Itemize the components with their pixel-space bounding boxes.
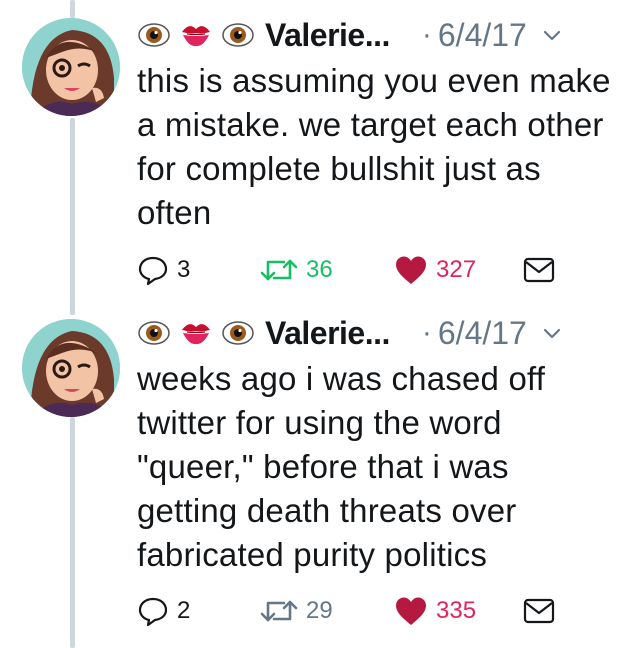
kiss-mark-icon <box>182 324 210 345</box>
chevron-down-icon[interactable] <box>541 322 563 344</box>
separator-dot: · <box>421 18 432 51</box>
reply-icon <box>138 256 168 286</box>
direct-message-button[interactable] <box>523 593 555 629</box>
avatar-illustration <box>22 18 120 116</box>
display-name[interactable]: Valerie... <box>265 17 390 54</box>
retweet-icon <box>260 600 298 622</box>
like-button[interactable]: 327 <box>394 252 476 288</box>
tweet-text: this is assuming you even make a mistake… <box>137 62 611 231</box>
envelope-icon <box>523 257 555 283</box>
tweet-header: Valerie... · 6/4/17 <box>137 313 563 353</box>
retweet-icon <box>260 259 298 281</box>
reply-count: 2 <box>177 597 191 624</box>
retweet-count: 29 <box>306 597 333 624</box>
like-count: 327 <box>436 256 477 283</box>
tweet-date[interactable]: 6/4/17 <box>438 315 527 352</box>
separator-dot: · <box>421 316 432 349</box>
avatar[interactable] <box>22 319 120 417</box>
eye-icon <box>138 23 170 47</box>
retweet-button[interactable]: 36 <box>260 252 333 288</box>
eye-icon <box>222 321 254 345</box>
tweet[interactable]: Valerie... · 6/4/17 this is assuming you… <box>0 0 640 310</box>
like-count: 335 <box>436 597 477 624</box>
reply-icon <box>138 597 168 627</box>
envelope-icon <box>523 598 555 624</box>
eye-icon <box>222 23 254 47</box>
tweet-text: weeks ago i was chased off twitter for u… <box>137 360 546 573</box>
retweet-button[interactable]: 29 <box>260 593 333 629</box>
retweet-count: 36 <box>306 256 333 283</box>
kiss-mark-icon <box>182 26 210 47</box>
heart-icon <box>396 597 426 625</box>
chevron-down-icon[interactable] <box>541 24 563 46</box>
tweet-date[interactable]: 6/4/17 <box>438 17 527 54</box>
tweet-header: Valerie... · 6/4/17 <box>137 15 563 55</box>
direct-message-button[interactable] <box>523 252 555 288</box>
reply-count: 3 <box>177 256 191 283</box>
avatar[interactable] <box>22 18 120 116</box>
reply-button[interactable]: 2 <box>137 593 190 629</box>
like-button[interactable]: 335 <box>394 593 476 629</box>
reply-button[interactable]: 3 <box>137 252 190 288</box>
display-name[interactable]: Valerie... <box>265 315 390 352</box>
eye-icon <box>138 321 170 345</box>
avatar-illustration <box>22 319 120 417</box>
heart-icon <box>396 256 426 284</box>
tweet[interactable]: Valerie... · 6/4/17 weeks ago i was chas… <box>0 310 640 648</box>
